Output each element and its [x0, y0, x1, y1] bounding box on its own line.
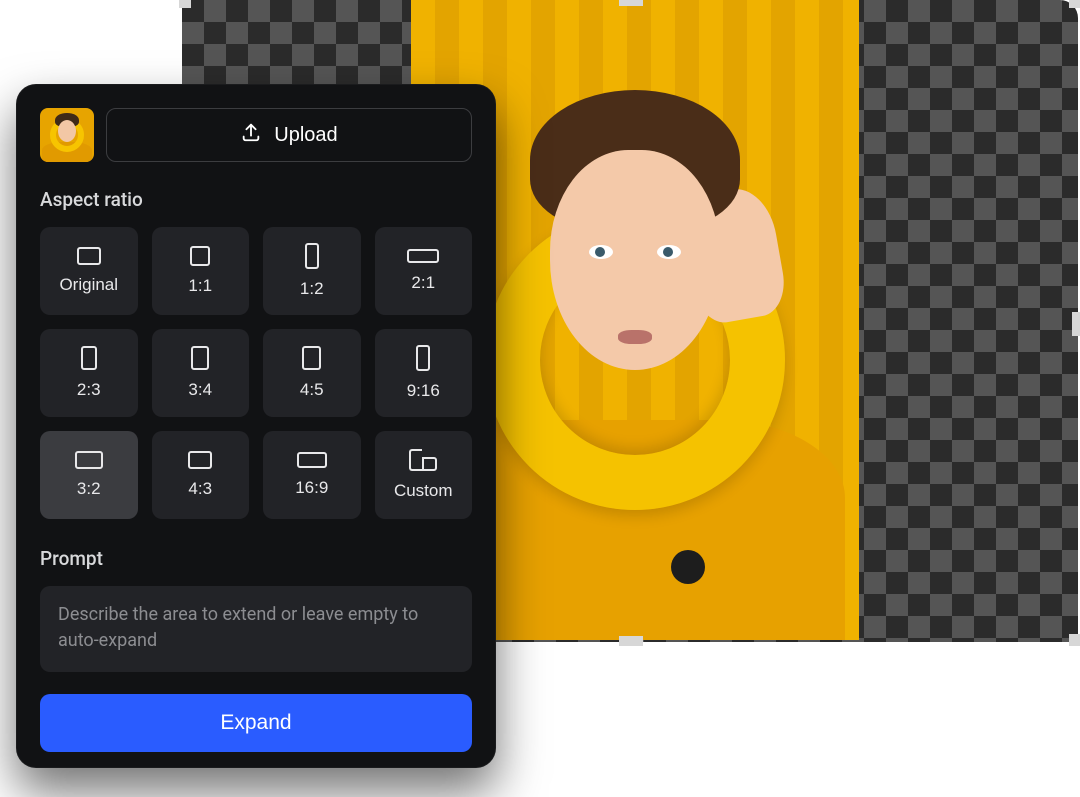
expand-label: Expand [220, 711, 291, 734]
aspect-ratio-4:3[interactable]: 4:3 [152, 431, 250, 519]
crop-handle-top-left[interactable] [179, 0, 191, 8]
crop-handle-mid-right[interactable] [1072, 312, 1080, 336]
controls-panel: Upload Aspect ratio Original 1:1 1:2 2:1 2:3… [16, 84, 496, 768]
ratio-label: 16:9 [295, 478, 328, 498]
ratio-label: 3:4 [188, 380, 212, 400]
ratio-label: 1:1 [188, 276, 212, 296]
aspect-ratio-label: Aspect ratio [40, 188, 472, 211]
ratio-shape-icon [190, 246, 210, 266]
ratio-shape-icon [416, 345, 430, 371]
aspect-ratio-16:9[interactable]: 16:9 [263, 431, 361, 519]
ratio-label: 2:1 [411, 273, 435, 293]
ratio-shape-icon [75, 451, 103, 469]
ratio-label: 1:2 [300, 279, 324, 299]
aspect-ratio-2:1[interactable]: 2:1 [375, 227, 473, 315]
ratio-label: Original [59, 275, 118, 295]
image-thumbnail[interactable] [40, 108, 94, 162]
ratio-shape-icon [188, 451, 212, 469]
ratio-shape-icon [407, 249, 439, 263]
ratio-label: 9:16 [407, 381, 440, 401]
aspect-ratio-original[interactable]: Original [40, 227, 138, 315]
ratio-shape-icon [302, 346, 321, 370]
aspect-ratio-3:4[interactable]: 3:4 [152, 329, 250, 417]
ratio-label: 2:3 [77, 380, 101, 400]
ratio-shape-icon [305, 243, 319, 269]
prompt-input[interactable] [40, 586, 472, 672]
aspect-ratio-1:2[interactable]: 1:2 [263, 227, 361, 315]
ratio-shape-icon [77, 247, 101, 265]
upload-icon [240, 121, 262, 149]
aspect-ratio-3:2[interactable]: 3:2 [40, 431, 138, 519]
crop-handle-top-right[interactable] [1069, 0, 1080, 8]
aspect-ratio-grid: Original 1:1 1:2 2:1 2:3 3:4 4:5 9:16 3:2 4:3 16:9… [40, 227, 472, 519]
aspect-ratio-4:5[interactable]: 4:5 [263, 329, 361, 417]
ratio-label: 3:2 [77, 479, 101, 499]
aspect-ratio-2:3[interactable]: 2:3 [40, 329, 138, 417]
aspect-ratio-9:16[interactable]: 9:16 [375, 329, 473, 417]
aspect-ratio-1:1[interactable]: 1:1 [152, 227, 250, 315]
custom-shape-icon [409, 449, 437, 471]
prompt-label: Prompt [40, 547, 472, 570]
ratio-shape-icon [297, 452, 327, 468]
expand-button[interactable]: Expand [40, 694, 472, 752]
ratio-shape-icon [81, 346, 97, 370]
ratio-label: 4:3 [188, 479, 212, 499]
upload-button[interactable]: Upload [106, 108, 472, 162]
crop-handle-top-mid[interactable] [619, 0, 643, 6]
upload-label: Upload [274, 124, 337, 147]
crop-handle-bottom-mid[interactable] [619, 636, 643, 646]
ratio-label: Custom [394, 481, 453, 501]
aspect-ratio-custom[interactable]: Custom [375, 431, 473, 519]
ratio-label: 4:5 [300, 380, 324, 400]
ratio-shape-icon [191, 346, 209, 370]
crop-handle-bottom-right[interactable] [1069, 634, 1080, 646]
